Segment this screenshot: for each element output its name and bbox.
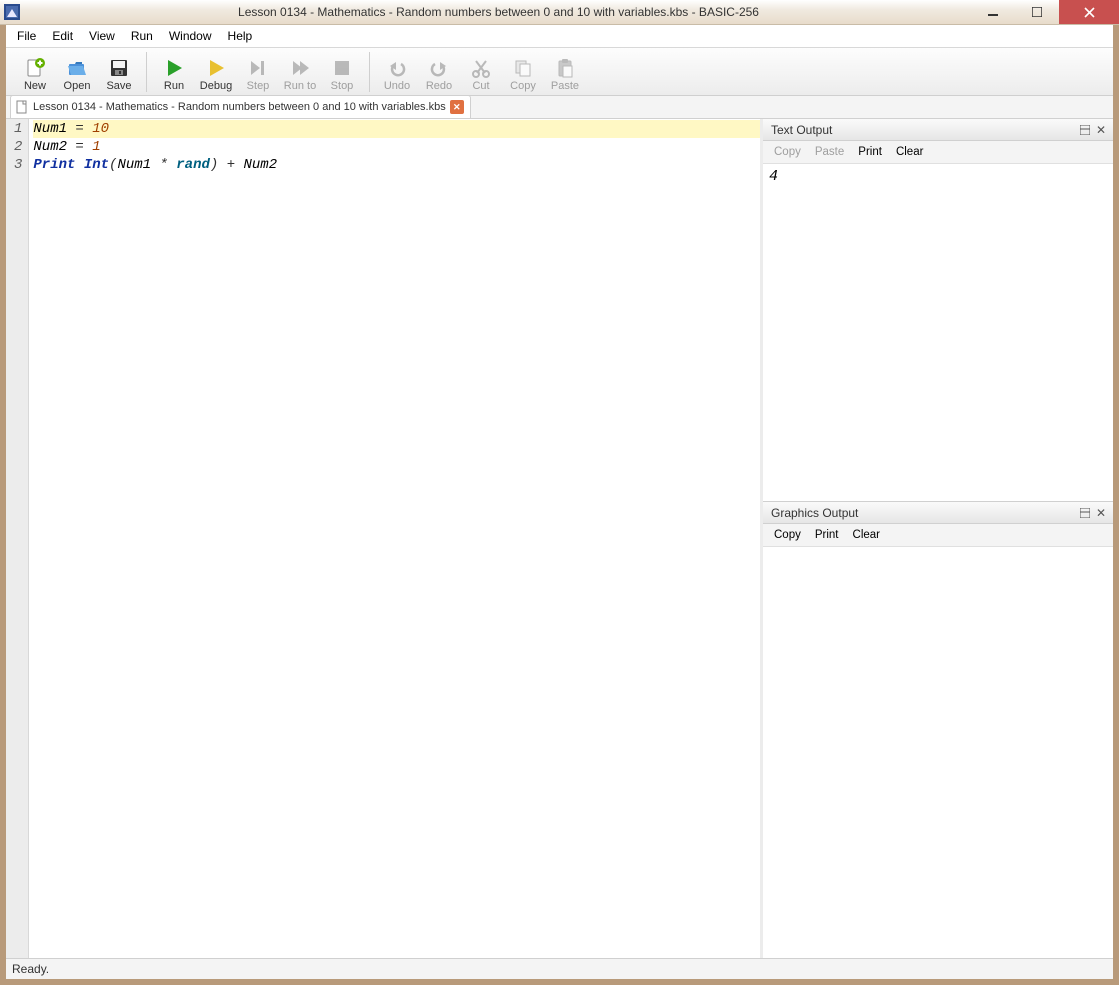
- redo-icon: [428, 57, 450, 79]
- gfx-clear-button[interactable]: Clear: [848, 527, 885, 543]
- right-dock: Text Output ✕ Copy Paste Print Clear 4 G…: [763, 119, 1113, 958]
- stop-label: Stop: [331, 80, 354, 92]
- tab-strip: Lesson 0134 - Mathematics - Random numbe…: [6, 96, 1113, 119]
- graphics-output-title: Graphics Output: [771, 506, 858, 520]
- text-output-header: Text Output ✕: [763, 119, 1113, 141]
- menu-help[interactable]: Help: [221, 27, 260, 45]
- undo-button[interactable]: Undo: [376, 54, 418, 94]
- text-output-panel: Text Output ✕ Copy Paste Print Clear 4: [763, 119, 1113, 501]
- code-lines[interactable]: Num1 = 10Num2 = 1Print Int(Num1 * rand) …: [29, 119, 760, 958]
- redo-button[interactable]: Redo: [418, 54, 460, 94]
- window-title: Lesson 0134 - Mathematics - Random numbe…: [26, 5, 971, 19]
- play-icon: [163, 57, 185, 79]
- step-label: Step: [247, 80, 270, 92]
- graphics-output-header: Graphics Output ✕: [763, 502, 1113, 524]
- text-clear-button[interactable]: Clear: [891, 144, 928, 160]
- text-output-title: Text Output: [771, 123, 832, 137]
- tab-close-button[interactable]: ✕: [450, 100, 464, 114]
- open-folder-icon: [66, 57, 88, 79]
- main-content: 123 Num1 = 10Num2 = 1Print Int(Num1 * ra…: [6, 119, 1113, 958]
- graphics-output-panel: Graphics Output ✕ Copy Print Clear: [763, 501, 1113, 958]
- new-file-icon: [24, 57, 46, 79]
- minimize-button[interactable]: [971, 0, 1015, 24]
- run-button[interactable]: Run: [153, 54, 195, 94]
- paste-button[interactable]: Paste: [544, 54, 586, 94]
- text-paste-button[interactable]: Paste: [810, 144, 849, 160]
- status-bar: Ready.: [6, 958, 1113, 979]
- text-output-toolbar: Copy Paste Print Clear: [763, 141, 1113, 164]
- code-editor[interactable]: 123 Num1 = 10Num2 = 1Print Int(Num1 * ra…: [6, 119, 763, 958]
- debug-icon: [205, 57, 227, 79]
- panel-close-button[interactable]: ✕: [1093, 505, 1109, 521]
- app-icon: [4, 4, 20, 20]
- undock-button[interactable]: [1077, 122, 1093, 138]
- toolbar: New Open Save Run Debug Step: [6, 48, 1113, 96]
- new-label: New: [24, 80, 46, 92]
- separator: [146, 52, 147, 92]
- cut-scissors-icon: [470, 57, 492, 79]
- save-button[interactable]: Save: [98, 54, 140, 94]
- copy-button[interactable]: Copy: [502, 54, 544, 94]
- file-tab-label: Lesson 0134 - Mathematics - Random numbe…: [33, 101, 446, 113]
- status-text: Ready.: [12, 962, 49, 976]
- cut-label: Cut: [472, 80, 489, 92]
- undo-icon: [386, 57, 408, 79]
- text-output-content[interactable]: 4: [763, 164, 1113, 501]
- gfx-copy-button[interactable]: Copy: [769, 527, 806, 543]
- close-button[interactable]: [1059, 0, 1119, 24]
- line-gutter: 123: [6, 119, 29, 958]
- menu-file[interactable]: File: [10, 27, 43, 45]
- run-label: Run: [164, 80, 184, 92]
- graphics-output-content[interactable]: [763, 547, 1113, 958]
- file-tab[interactable]: Lesson 0134 - Mathematics - Random numbe…: [10, 95, 471, 118]
- copy-icon: [512, 57, 534, 79]
- undo-label: Undo: [384, 80, 410, 92]
- menu-view[interactable]: View: [82, 27, 122, 45]
- step-icon: [247, 57, 269, 79]
- file-icon: [15, 100, 29, 114]
- titlebar: Lesson 0134 - Mathematics - Random numbe…: [0, 0, 1119, 25]
- menu-run[interactable]: Run: [124, 27, 160, 45]
- runto-label: Run to: [284, 80, 316, 92]
- gfx-print-button[interactable]: Print: [810, 527, 844, 543]
- menubar: File Edit View Run Window Help: [6, 25, 1113, 48]
- copy-label: Copy: [510, 80, 536, 92]
- stop-icon: [331, 57, 353, 79]
- save-label: Save: [106, 80, 131, 92]
- paste-icon: [554, 57, 576, 79]
- open-button[interactable]: Open: [56, 54, 98, 94]
- step-button[interactable]: Step: [237, 54, 279, 94]
- maximize-button[interactable]: [1015, 0, 1059, 24]
- stop-button[interactable]: Stop: [321, 54, 363, 94]
- client-area: File Edit View Run Window Help New Open …: [0, 25, 1119, 985]
- save-floppy-icon: [108, 57, 130, 79]
- debug-label: Debug: [200, 80, 232, 92]
- separator: [369, 52, 370, 92]
- redo-label: Redo: [426, 80, 452, 92]
- cut-button[interactable]: Cut: [460, 54, 502, 94]
- text-print-button[interactable]: Print: [853, 144, 887, 160]
- menu-window[interactable]: Window: [162, 27, 219, 45]
- menu-edit[interactable]: Edit: [45, 27, 80, 45]
- text-copy-button[interactable]: Copy: [769, 144, 806, 160]
- runto-button[interactable]: Run to: [279, 54, 321, 94]
- new-button[interactable]: New: [14, 54, 56, 94]
- runto-icon: [289, 57, 311, 79]
- open-label: Open: [64, 80, 91, 92]
- graphics-output-toolbar: Copy Print Clear: [763, 524, 1113, 547]
- panel-close-button[interactable]: ✕: [1093, 122, 1109, 138]
- debug-button[interactable]: Debug: [195, 54, 237, 94]
- undock-button[interactable]: [1077, 505, 1093, 521]
- paste-label: Paste: [551, 80, 579, 92]
